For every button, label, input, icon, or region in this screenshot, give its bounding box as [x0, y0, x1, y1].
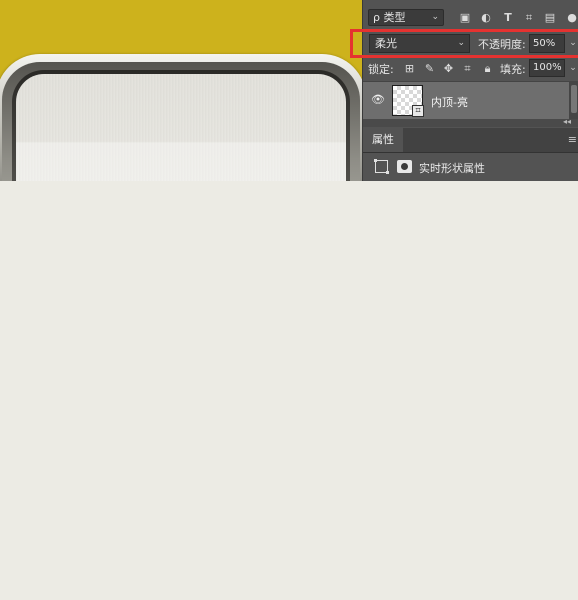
panel-menu-icon[interactable]: ≡: [568, 133, 577, 146]
layers-scrollbar[interactable]: [569, 81, 578, 119]
lock-image-pixels-icon[interactable]: ✎: [423, 62, 436, 75]
fill-slider-toggle-icon[interactable]: ⌄: [567, 60, 578, 76]
image-filter-icon[interactable]: ▣: [459, 12, 471, 24]
lock-transparent-pixels-icon[interactable]: ⊞: [403, 62, 416, 75]
opacity-value: 50%: [533, 38, 556, 49]
properties-title: 实时形状属性: [419, 162, 485, 175]
lock-label: 锁定:: [368, 63, 394, 76]
metal-frame-inner: [12, 70, 350, 181]
metal-frame-bevel: [2, 62, 360, 181]
metal-frame-outer: [0, 54, 362, 181]
toggle-filter-icon[interactable]: ●: [566, 12, 578, 24]
lock-artboard-icon[interactable]: ⌗: [461, 62, 474, 75]
filter-kind-select[interactable]: ρ 类型 ⌄: [368, 9, 444, 26]
adjustment-filter-icon[interactable]: ◐: [480, 12, 492, 24]
eye-icon[interactable]: 👁︎: [371, 94, 385, 106]
lock-row: 锁定: ⊞ ✎ ✥ ⌗ 🔒︎ 填充: 100% ⌄: [363, 58, 578, 78]
tab-properties[interactable]: 属性: [363, 128, 403, 152]
lock-all-icon[interactable]: 🔒︎: [481, 62, 494, 75]
filter-kind-label: ρ 类型: [373, 11, 406, 24]
mask-icon[interactable]: [397, 160, 412, 173]
opacity-label: 不透明度:: [478, 38, 526, 51]
opacity-input[interactable]: 50%: [529, 34, 565, 53]
lock-position-icon[interactable]: ✥: [442, 62, 455, 75]
panel-divider: ◂◂: [363, 117, 578, 127]
chevron-down-icon: ⌄: [431, 12, 439, 22]
shape-layer-badge-icon: ⌗: [412, 105, 424, 117]
properties-header: 属性 ≡: [363, 128, 578, 153]
document-canvas[interactable]: [0, 0, 362, 181]
brushed-panel-surface: [16, 74, 346, 181]
opacity-slider-toggle-icon[interactable]: ⌄: [567, 35, 578, 52]
layer-name[interactable]: 内顶-亮: [431, 94, 468, 110]
scrollbar-thumb[interactable]: [571, 85, 577, 113]
transform-icon[interactable]: [374, 159, 389, 174]
chevron-down-icon: ⌄: [457, 38, 465, 48]
layers-panel: ρ 类型 ⌄ ▣ ◐ T ⌗ ▤ ● 柔光 ⌄ 不透明度: 50% ⌄ 锁定: …: [362, 0, 578, 181]
shape-filter-icon[interactable]: ⌗: [523, 12, 535, 24]
properties-body: 实时形状属性: [363, 153, 578, 181]
blend-mode-select[interactable]: 柔光 ⌄: [369, 34, 470, 53]
collapse-arrows-icon[interactable]: ◂◂: [563, 117, 571, 126]
layer-filter-row: ρ 类型 ⌄ ▣ ◐ T ⌗ ▤ ●: [363, 6, 578, 28]
fill-input[interactable]: 100%: [529, 59, 565, 77]
blend-mode-value: 柔光: [375, 37, 397, 50]
smart-object-filter-icon[interactable]: ▤: [544, 12, 556, 24]
type-filter-icon[interactable]: T: [502, 12, 514, 24]
layer-thumbnail: ⌗: [392, 85, 424, 117]
layer-row[interactable]: 👁︎ ⌗ 内顶-亮: [363, 81, 569, 121]
fill-label: 填充:: [500, 63, 526, 76]
blend-row: 柔光 ⌄ 不透明度: 50% ⌄: [363, 33, 578, 55]
fill-value: 100%: [533, 62, 562, 73]
